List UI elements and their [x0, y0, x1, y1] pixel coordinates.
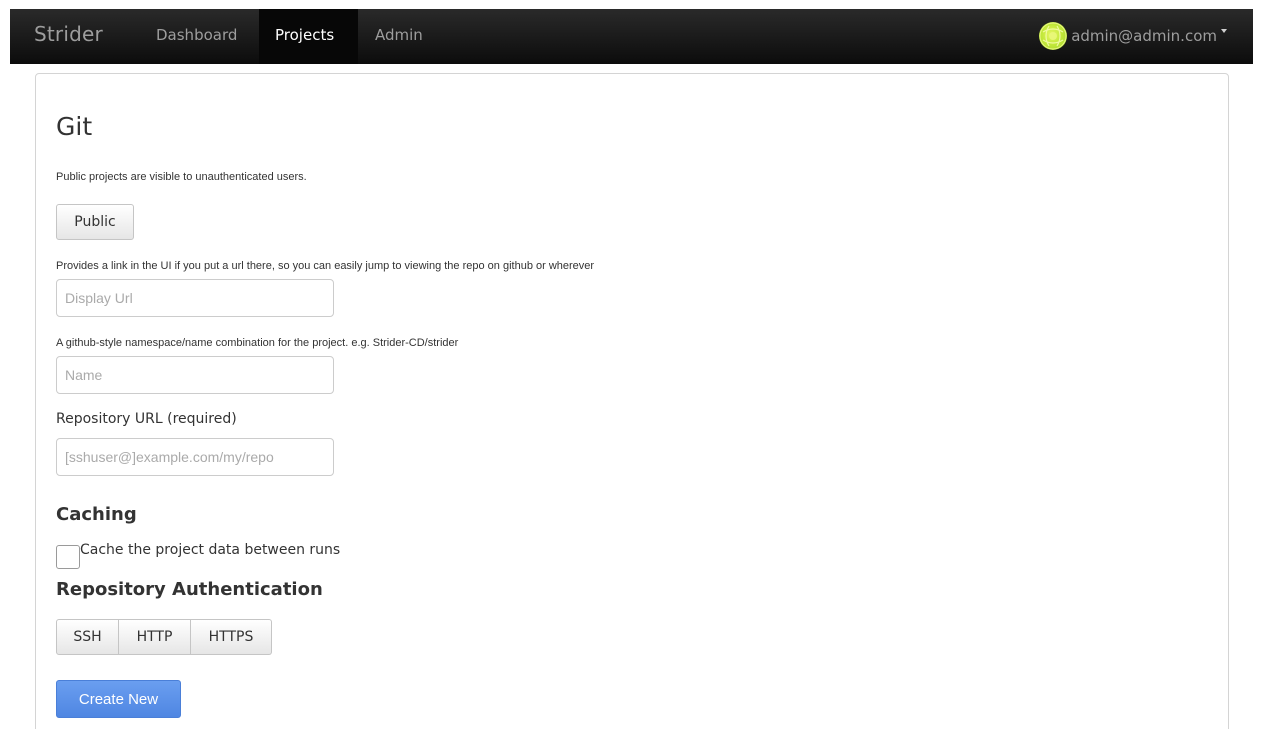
caret-down-icon	[1221, 29, 1227, 33]
repo-url-label: Repository URL (required)	[56, 411, 237, 427]
auth-section-title: Repository Authentication	[56, 579, 323, 600]
nav-admin[interactable]: Admin	[359, 9, 439, 64]
create-new-button[interactable]: Create New	[56, 680, 181, 718]
avatar-pattern-icon	[1039, 22, 1067, 50]
avatar	[1039, 22, 1068, 50]
name-help-text: A github-style namespace/name combinatio…	[56, 337, 459, 349]
public-help-text: Public projects are visible to unauthent…	[56, 171, 307, 183]
repo-url-input[interactable]	[56, 438, 334, 476]
page: Strider Dashboard Projects Admin admin@a…	[0, 0, 1262, 729]
cache-checkbox-label[interactable]: Cache the project data between runs	[80, 542, 340, 558]
name-input[interactable]	[56, 356, 334, 394]
user-email: admin@admin.com	[1071, 27, 1217, 45]
caching-section-title: Caching	[56, 504, 137, 525]
display-url-help-text: Provides a link in the UI if you put a u…	[56, 260, 595, 272]
cache-checkbox[interactable]	[56, 545, 80, 569]
auth-https-button[interactable]: HTTPS	[191, 619, 272, 655]
auth-method-selector: SSH HTTP HTTPS	[56, 619, 272, 655]
auth-ssh-button[interactable]: SSH	[56, 619, 119, 655]
display-url-input[interactable]	[56, 279, 334, 317]
auth-http-button[interactable]: HTTP	[119, 619, 191, 655]
brand-logo[interactable]: Strider	[34, 22, 103, 46]
page-title: Git	[56, 112, 93, 141]
public-toggle-button[interactable]: Public	[56, 204, 134, 240]
top-navbar: Strider Dashboard Projects Admin admin@a…	[10, 9, 1253, 64]
project-form-panel: Git Public projects are visible to unaut…	[35, 73, 1229, 729]
user-menu[interactable]: admin@admin.com	[1039, 22, 1227, 50]
nav-dashboard[interactable]: Dashboard	[140, 9, 253, 64]
nav-projects[interactable]: Projects	[259, 9, 358, 64]
